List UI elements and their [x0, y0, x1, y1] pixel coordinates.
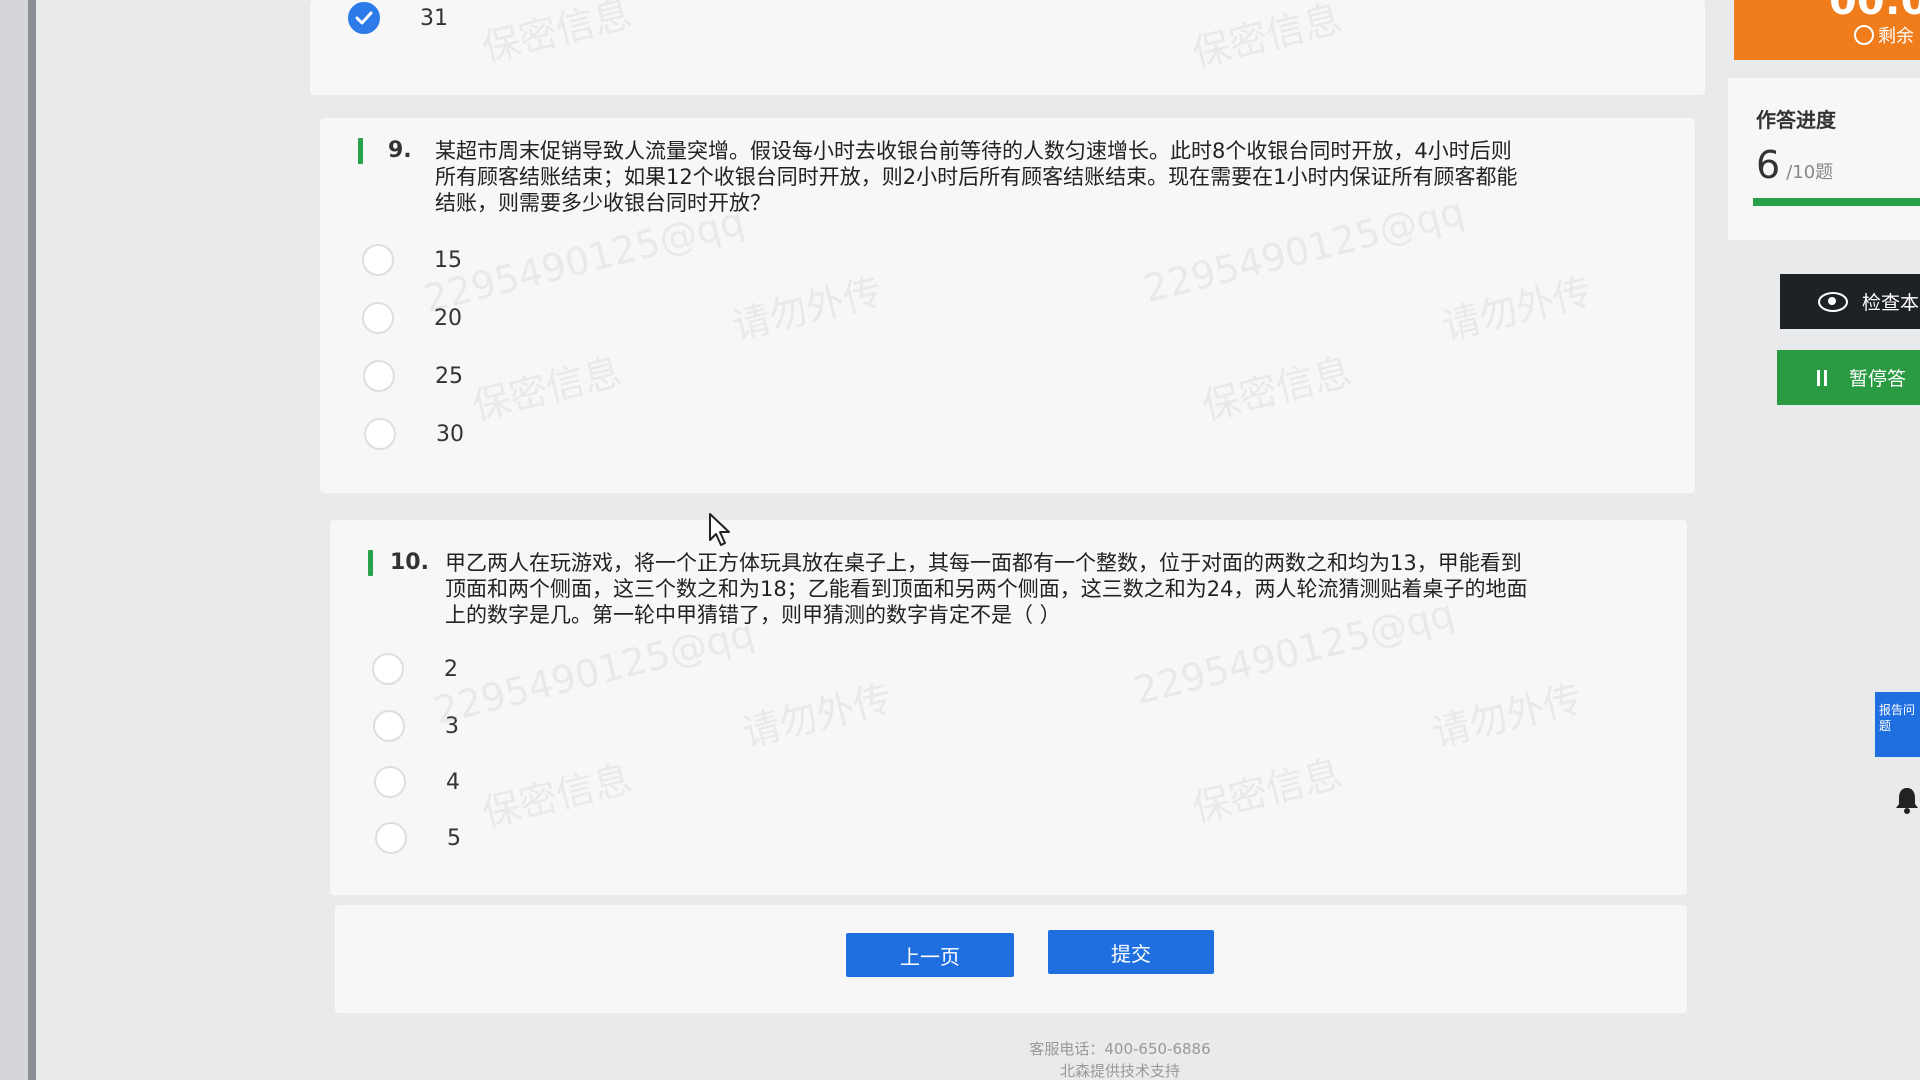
progress-title: 作答进度	[1756, 108, 1836, 132]
option-label: 3	[445, 713, 459, 739]
watermark-text: 请勿外传	[737, 676, 896, 756]
radio-button[interactable]	[375, 822, 407, 854]
radio-button[interactable]	[364, 418, 396, 450]
option-label: 4	[446, 769, 460, 795]
question-number: 9.	[388, 138, 412, 163]
timer-remaining: 剩余	[1854, 22, 1914, 48]
watermark-text: 请勿外传	[1427, 676, 1586, 756]
question-marker	[368, 550, 373, 576]
option-25[interactable]: 25	[363, 356, 463, 396]
eye-icon	[1818, 291, 1848, 312]
option-5[interactable]: 5	[375, 818, 461, 858]
check-button[interactable]: 检查本	[1780, 274, 1920, 329]
question-text-line: 顶面和两个侧面，这三个数之和为18；乙能看到顶面和另两个侧面，这三数之和为24，…	[445, 577, 1528, 601]
navigation-card: 上一页 提交	[335, 905, 1687, 1013]
radio-button[interactable]	[362, 244, 394, 276]
bell-icon[interactable]	[1894, 785, 1920, 815]
pause-button[interactable]: 暂停答	[1777, 350, 1920, 405]
question-text: 某超市周末促销导致人流量突增。假设每小时去收银台前等待的人数匀速增长。此时8个收…	[435, 138, 1517, 216]
watermark-text: 请勿外传	[1437, 269, 1596, 349]
option-label: 31	[420, 5, 448, 31]
option-label: 20	[434, 305, 462, 331]
watermark-text: 2295490125@qq	[419, 198, 749, 322]
option-label: 25	[435, 363, 463, 389]
watermark-text: 保密信息	[477, 0, 636, 71]
option-label: 30	[436, 421, 464, 447]
selected-option[interactable]: 31	[348, 0, 448, 38]
timer-remaining-label: 剩余	[1878, 26, 1914, 47]
watermark-text: 2295490125@qq	[429, 610, 759, 734]
window-edge	[28, 0, 36, 1080]
option-4[interactable]: 4	[374, 762, 460, 802]
progress-total: /10题	[1786, 162, 1834, 183]
left-background	[0, 0, 28, 1080]
checkmark-icon	[355, 11, 373, 25]
question-text: 甲乙两人在玩游戏，将一个正方体玩具放在桌子上，其每一面都有一个整数，位于对面的两…	[445, 550, 1527, 628]
checked-radio-icon[interactable]	[348, 2, 380, 34]
watermark-text: 保密信息	[1187, 0, 1346, 76]
watermark-text: 保密信息	[467, 349, 626, 429]
question-text-line: 上的数字是几。第一轮中甲猜错了，则甲猜测的数字肯定不是（ ）	[445, 603, 1061, 627]
option-3[interactable]: 3	[373, 706, 459, 746]
previous-page-button[interactable]: 上一页	[846, 933, 1014, 977]
watermark-text: 保密信息	[1197, 349, 1356, 429]
radio-button[interactable]	[374, 766, 406, 798]
timer-value: 00:0	[1829, 0, 1920, 24]
submit-button[interactable]: 提交	[1048, 930, 1214, 974]
report-issue-button[interactable]: 报告问题	[1875, 692, 1920, 757]
clock-icon	[1854, 25, 1874, 45]
tech-support-text: 北森提供技术支持	[1059, 1062, 1180, 1080]
progress-count: 6 /10题	[1756, 143, 1833, 187]
progress-current: 6	[1756, 143, 1781, 187]
mouse-cursor-icon	[708, 512, 734, 552]
question-card-10: 10. 甲乙两人在玩游戏，将一个正方体玩具放在桌子上，其每一面都有一个整数，位于…	[330, 520, 1687, 895]
watermark-text: 保密信息	[1187, 751, 1346, 831]
option-2[interactable]: 2	[372, 649, 458, 689]
radio-button[interactable]	[372, 653, 404, 685]
question-marker	[358, 138, 363, 164]
progress-bar	[1753, 198, 1920, 206]
watermark-text: 请勿外传	[727, 269, 886, 349]
question-text-line: 某超市周末促销导致人流量突增。假设每小时去收银台前等待的人数匀速增长。此时8个收…	[435, 139, 1512, 163]
pause-icon	[1817, 369, 1827, 386]
timer-box: 00:0 剩余	[1734, 0, 1920, 60]
watermark-text: 保密信息	[477, 756, 636, 836]
pause-button-label: 暂停答	[1849, 368, 1907, 390]
option-20[interactable]: 20	[362, 298, 462, 338]
question-text-line: 结账，则需要多少收银台同时开放？	[435, 191, 771, 215]
question-area: 31 保密信息 保密信息 9. 某超市周末促销导致人流量突增。假设每小时去收银台…	[310, 0, 1705, 1080]
radio-button[interactable]	[363, 360, 395, 392]
exam-sidebar: 00:0 剩余 作答进度 6 /10题 检查本 暂停答 报告问题	[1728, 0, 1920, 1080]
option-15[interactable]: 15	[362, 240, 462, 280]
previous-question-card: 31 保密信息 保密信息	[310, 0, 1705, 95]
support-phone: 客服电话：400-650-6886	[1029, 1040, 1211, 1058]
option-label: 5	[447, 825, 461, 851]
radio-button[interactable]	[373, 710, 405, 742]
radio-button[interactable]	[362, 302, 394, 334]
check-button-label: 检查本	[1862, 292, 1920, 314]
question-text-line: 所有顾客结账结束；如果12个收银台同时开放，则2小时后所有顾客结账结束。现在需要…	[435, 165, 1518, 189]
question-number: 10.	[390, 550, 429, 575]
option-label: 2	[444, 656, 458, 682]
question-card-9: 9. 某超市周末促销导致人流量突增。假设每小时去收银台前等待的人数匀速增长。此时…	[320, 118, 1695, 493]
question-text-line: 甲乙两人在玩游戏，将一个正方体玩具放在桌子上，其每一面都有一个整数，位于对面的两…	[445, 551, 1522, 575]
option-30[interactable]: 30	[364, 414, 464, 454]
progress-card: 作答进度 6 /10题	[1728, 78, 1920, 240]
option-label: 15	[434, 247, 462, 273]
